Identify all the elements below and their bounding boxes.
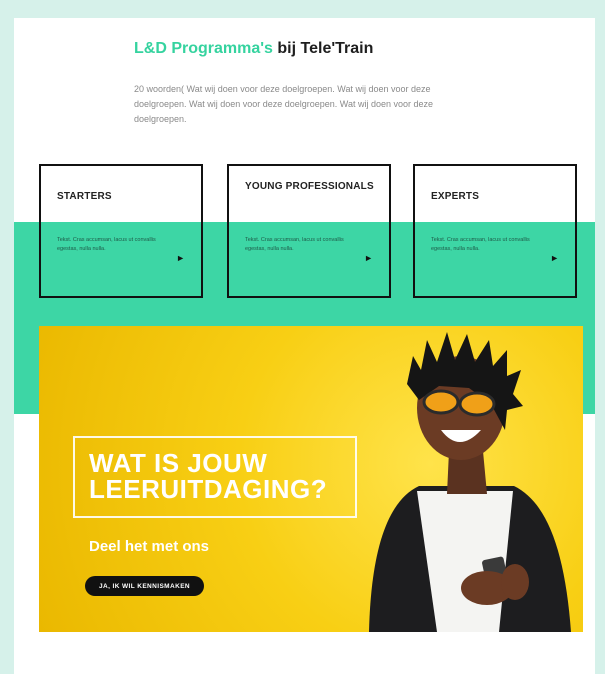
page-title-accent: L&D Programma's <box>134 40 273 57</box>
program-card-starters[interactable]: STARTERS Tekst. Cras accumsan, lacus ut … <box>39 164 203 298</box>
program-card-young-professionals[interactable]: YOUNG PROFESSIONALS Tekst. Cras accumsan… <box>227 164 391 298</box>
page-title-rest: bij Tele'Train <box>277 40 374 57</box>
chevron-right-icon[interactable]: ► <box>550 253 559 263</box>
program-card-title: STARTERS <box>57 191 112 202</box>
program-card-description: Tekst. Cras accumsan, lacus ut convallis… <box>57 237 156 252</box>
program-card-description: Tekst. Cras accumsan, lacus ut convallis… <box>431 237 530 252</box>
cta-button[interactable]: JA, IK WIL KENNISMAKEN <box>85 576 205 596</box>
program-card-title: EXPERTS <box>431 191 480 202</box>
page-title: L&D Programma's bij Tele'Train <box>134 40 373 58</box>
hero-banner: WAT IS JOUW LEERUITDAGING? Deel het met … <box>39 326 583 632</box>
hero-subtitle: Deel het met ons <box>89 538 210 555</box>
hero-headline-line-2: LEERUITDAGING? <box>89 474 328 504</box>
hero-headline: WAT IS JOUW LEERUITDAGING? <box>89 450 327 502</box>
intro-text: 20 woorden( Wat wij doen voor deze doelg… <box>134 84 434 124</box>
page-card: L&D Programma's bij Tele'Train 20 woorde… <box>14 18 595 674</box>
program-card-experts[interactable]: EXPERTS Tekst. Cras accumsan, lacus ut c… <box>413 164 577 298</box>
program-card-title: YOUNG PROFESSIONALS <box>245 181 374 192</box>
program-card-description: Tekst. Cras accumsan, lacus ut convallis… <box>245 237 344 252</box>
chevron-right-icon[interactable]: ► <box>176 253 185 263</box>
chevron-right-icon[interactable]: ► <box>364 253 373 263</box>
